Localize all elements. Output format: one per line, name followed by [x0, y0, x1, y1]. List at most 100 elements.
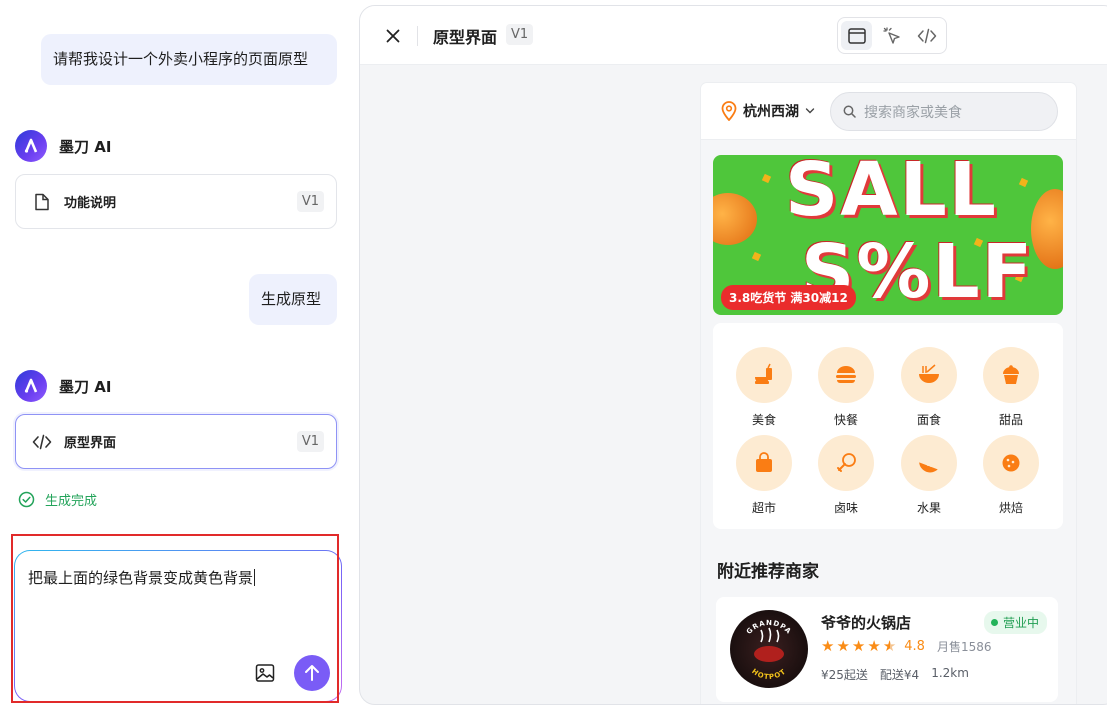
search-icon	[843, 105, 856, 118]
category-item-fastfood[interactable]: 快餐	[811, 347, 881, 428]
logo-text-top: GRANDPA	[745, 619, 792, 636]
location-label: 杭州西湖	[743, 104, 799, 120]
promo-banner[interactable]: SALL S%LF 3.8吃货节 满30减12	[713, 155, 1063, 315]
check-circle-icon	[18, 491, 35, 508]
category-item-braised[interactable]: 卤味	[811, 435, 881, 516]
annotate-mode-button[interactable]	[876, 21, 907, 50]
image-icon	[255, 664, 275, 682]
arrow-up-icon	[305, 665, 319, 681]
version-badge: V1	[296, 191, 324, 212]
category-grid: 美食 快餐 面食 甜品 超市 卤味 水果 烘焙	[713, 323, 1063, 529]
location-selector[interactable]: 杭州西湖	[721, 101, 815, 121]
search-input[interactable]: 搜索商家或美食	[830, 92, 1058, 131]
search-placeholder: 搜索商家或美食	[864, 104, 962, 121]
ai-header: 墨刀 AI	[15, 370, 111, 402]
status-text: 营业中	[1003, 616, 1040, 630]
card-label: 功能说明	[64, 196, 117, 211]
category-label: 水果	[916, 501, 941, 515]
category-label: 美食	[751, 413, 776, 427]
dumpling-graphic	[1031, 189, 1063, 269]
close-button[interactable]	[382, 25, 404, 47]
distance: 1.2km	[931, 666, 969, 680]
star-icon: ★	[821, 637, 835, 655]
confetti-decoration	[761, 173, 772, 184]
category-label: 超市	[751, 501, 776, 515]
promo-tag: 3.8吃货节 满30减12	[721, 285, 856, 310]
drumstick-icon	[837, 453, 856, 472]
category-item-fruit[interactable]: 水果	[894, 435, 964, 516]
version-badge: V1	[506, 24, 534, 45]
text-caret	[254, 569, 256, 586]
watermelon-icon	[919, 462, 938, 473]
close-icon	[386, 29, 400, 43]
delivery-info: ¥25起送 配送¥4 1.2km	[821, 666, 969, 683]
preview-icon	[847, 27, 866, 44]
preview-title: 原型界面	[433, 28, 498, 47]
burger-icon	[836, 366, 856, 383]
ai-name: 墨刀 AI	[59, 137, 112, 156]
rating-row: ★ ★ ★ ★ ★ 4.8 月售1586	[821, 638, 992, 655]
card-label: 原型界面	[64, 436, 117, 451]
monthly-sales: 月售1586	[936, 640, 992, 654]
cupcake-icon	[1003, 365, 1019, 384]
chat-input[interactable]: 把最上面的绿色背景变成黄色背景	[14, 550, 342, 702]
dumpling-graphic	[713, 193, 757, 245]
divider	[417, 26, 418, 46]
star-icon: ★	[836, 637, 850, 655]
top-bar: 杭州西湖 搜索商家或美食	[701, 83, 1076, 140]
category-label: 卤味	[833, 501, 858, 515]
noodle-icon	[919, 364, 939, 383]
category-item-dessert[interactable]: 甜品	[976, 347, 1046, 428]
category-item-food[interactable]: 美食	[729, 347, 799, 428]
svg-text:GRANDPA: GRANDPA	[745, 619, 793, 636]
doc-card-feature-description[interactable]: 功能说明 V1	[15, 174, 337, 229]
category-item-noodles[interactable]: 面食	[894, 347, 964, 428]
cookie-icon	[1002, 454, 1020, 472]
category-label: 快餐	[833, 413, 858, 427]
category-item-supermarket[interactable]: 超市	[729, 435, 799, 516]
min-order: ¥25起送	[821, 668, 868, 682]
prototype-card[interactable]: 原型界面 V1	[15, 414, 337, 469]
banner-headline: SALL	[785, 155, 998, 233]
modao-ai-logo-icon	[15, 130, 47, 162]
ai-name: 墨刀 AI	[59, 377, 112, 396]
category-label: 甜品	[998, 413, 1023, 427]
user-message: 生成原型	[249, 274, 337, 325]
ai-header: 墨刀 AI	[15, 130, 111, 162]
rating-value: 4.8	[904, 639, 925, 654]
preview-header: 原型界面 V1	[360, 6, 1107, 65]
chat-panel: 请帮我设计一个外卖小程序的页面原型 墨刀 AI 功能说明 V1 生成原型 墨刀 …	[0, 0, 352, 716]
category-item-bakery[interactable]: 烘焙	[976, 435, 1046, 516]
category-label: 面食	[916, 413, 941, 427]
star-icon: ★	[867, 637, 881, 655]
section-title: 附近推荐商家	[717, 562, 819, 582]
chevron-down-icon	[805, 108, 815, 114]
code-icon	[918, 28, 937, 43]
version-badge: V1	[296, 431, 324, 452]
preview-mode-button[interactable]	[841, 21, 873, 50]
shop-logo: GRANDPA HOTPOT	[730, 610, 808, 688]
logo-text-bottom: HOTPOT	[750, 667, 787, 681]
generation-status: 生成完成	[18, 490, 97, 509]
send-button[interactable]	[294, 655, 330, 691]
code-mode-button[interactable]	[912, 21, 943, 50]
half-star-icon: ★	[882, 637, 897, 655]
food-icon	[755, 363, 772, 384]
preview-panel: 原型界面 V1 杭州西湖 搜索商家或美食 SALL S%LF 3.8吃货节 满3…	[359, 5, 1107, 705]
code-icon	[32, 432, 52, 452]
cursor-icon	[883, 26, 900, 44]
chat-input-value: 把最上面的绿色背景变成黄色背景	[28, 569, 254, 587]
star-icon: ★	[851, 637, 866, 655]
image-upload-button[interactable]	[253, 661, 277, 685]
delivery-fee: 配送¥4	[879, 668, 920, 682]
location-pin-icon	[721, 101, 737, 121]
shop-card[interactable]: GRANDPA HOTPOT 爷爷的火锅店 营业中 ★ ★ ★ ★ ★ 4.8 …	[716, 597, 1058, 702]
document-icon	[32, 192, 52, 212]
confetti-decoration	[1018, 177, 1029, 188]
confetti-decoration	[751, 251, 762, 262]
user-message: 请帮我设计一个外卖小程序的页面原型	[41, 34, 337, 85]
shop-name: 爷爷的火锅店	[821, 614, 912, 632]
category-label: 烘焙	[998, 501, 1023, 515]
shopping-bag-icon	[756, 452, 772, 472]
view-mode-switch	[837, 17, 947, 54]
